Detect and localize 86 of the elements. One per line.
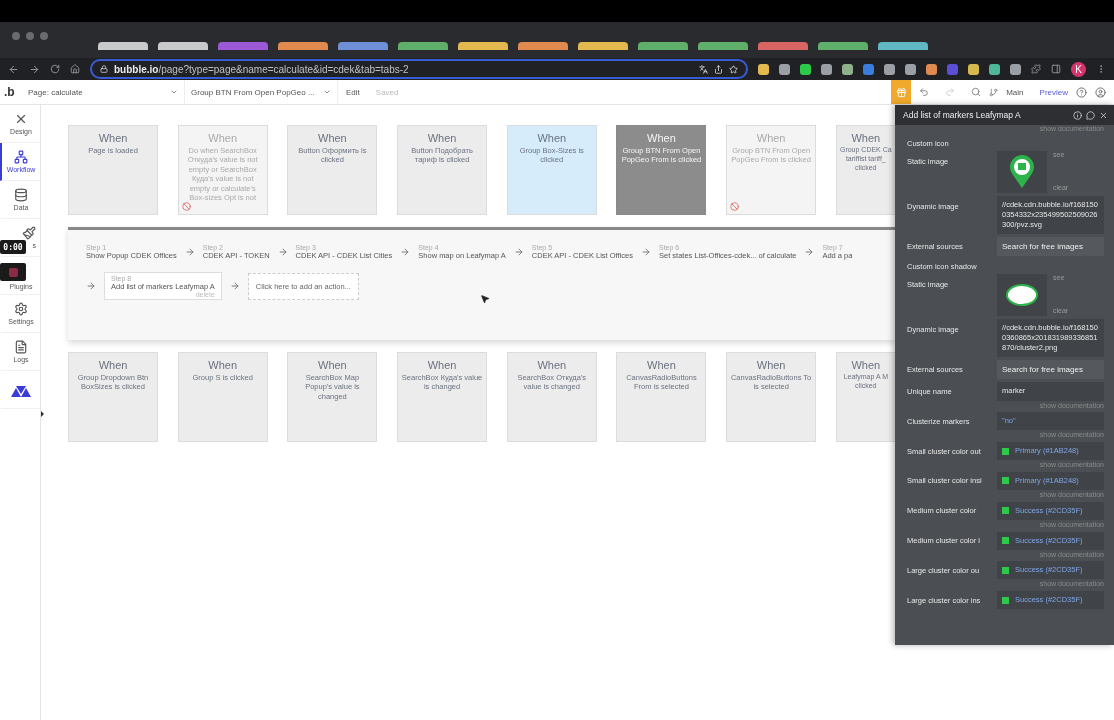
translate-icon[interactable] — [699, 64, 708, 74]
arrow-icon — [641, 247, 651, 257]
element-dropdown[interactable]: Group BTN From Open PopGeo ... — [185, 80, 338, 104]
puzzle-icon[interactable] — [1031, 64, 1041, 74]
gift-icon[interactable] — [891, 80, 912, 104]
arrow-icon — [229, 281, 240, 291]
event-title: When — [208, 132, 238, 144]
event-title: When — [318, 132, 347, 144]
profile-avatar[interactable]: K — [1071, 61, 1086, 77]
extension-icon[interactable] — [758, 63, 769, 75]
ellipse-icon — [1006, 284, 1038, 307]
workflow-icon — [14, 150, 28, 164]
close-icon[interactable] — [1099, 110, 1108, 120]
extension-icon[interactable] — [821, 63, 832, 75]
stop-icon[interactable] — [8, 267, 18, 277]
account-icon[interactable] — [1095, 86, 1106, 98]
expand-handle-icon[interactable] — [41, 411, 44, 417]
extension-icon[interactable] — [779, 63, 790, 75]
app-logo[interactable]: .b — [0, 85, 22, 99]
event-title: When — [98, 359, 128, 371]
mouse-pointer-icon — [480, 294, 490, 304]
extension-icon[interactable] — [842, 63, 853, 75]
extension-icon[interactable] — [905, 63, 916, 75]
event-title: When — [851, 132, 881, 144]
logs-icon — [14, 340, 28, 354]
share-icon[interactable] — [714, 64, 723, 74]
forward-icon[interactable] — [29, 63, 40, 75]
event-title: When — [537, 359, 567, 371]
arrow-icon — [804, 247, 815, 257]
home-icon[interactable] — [70, 64, 80, 74]
event-title: When — [756, 359, 786, 371]
page-dropdown[interactable]: Page: calculate — [22, 80, 185, 104]
event-title: When — [427, 359, 457, 371]
lock-icon — [100, 65, 108, 73]
recorder-toast[interactable] — [0, 263, 26, 281]
arrow-icon — [86, 281, 96, 291]
arrow-icon — [277, 247, 288, 257]
bookmark-star-icon[interactable] — [729, 64, 738, 74]
extension-icon[interactable] — [926, 63, 937, 75]
side-panel-icon[interactable] — [1051, 64, 1061, 74]
map-pin-icon — [1009, 154, 1035, 189]
caret-icon — [170, 88, 178, 96]
extension-icon[interactable] — [1010, 63, 1021, 75]
image-preview[interactable] — [997, 150, 1047, 193]
search-icon[interactable] — [971, 87, 982, 97]
data-icon — [14, 188, 28, 202]
address-bar[interactable]: bubble.io/page?type=page&name=calculate&id=cdek&tab=tabs-2 — [90, 59, 748, 79]
extension-icon[interactable] — [884, 63, 895, 75]
design-icon — [14, 112, 28, 126]
comment-icon[interactable] — [1086, 110, 1095, 120]
event-title: When — [851, 359, 881, 371]
extension-icon[interactable] — [863, 63, 874, 75]
event-title: When — [756, 132, 786, 144]
info-icon[interactable] — [1073, 110, 1082, 120]
search-images-button[interactable]: Search for free images — [997, 360, 1104, 380]
event-title: When — [537, 132, 567, 144]
edit-menu[interactable]: Edit — [338, 87, 368, 97]
styles-icon — [22, 226, 36, 240]
back-icon[interactable] — [8, 63, 19, 75]
arrow-icon — [400, 247, 411, 257]
event-title: When — [208, 359, 238, 371]
event-title: When — [647, 359, 676, 371]
extension-icon[interactable] — [989, 63, 1000, 75]
arrow-icon — [184, 247, 195, 257]
panel-title: Add list of markers Leafymap A — [903, 110, 1022, 120]
extension-icon[interactable] — [968, 63, 979, 75]
event-title: When — [98, 132, 128, 144]
branch-icon — [989, 87, 999, 97]
disabled-icon — [730, 202, 740, 211]
preview-link[interactable]: Preview — [1031, 87, 1076, 97]
event-title: When — [647, 132, 676, 144]
recording-timer-toast: 0:00 — [0, 240, 26, 254]
undo-icon[interactable] — [919, 87, 930, 97]
caret-icon — [323, 88, 331, 96]
branch-selector[interactable]: Main — [998, 87, 1032, 97]
event-title: When — [427, 132, 457, 144]
image-preview[interactable] — [997, 274, 1047, 317]
arrow-icon — [513, 247, 524, 257]
disabled-icon — [181, 202, 191, 212]
save-status: Saved — [374, 87, 400, 97]
settings-icon — [14, 302, 28, 316]
search-images-button[interactable]: Search for free images — [997, 237, 1104, 257]
event-title: When — [318, 359, 347, 371]
extension-icon[interactable] — [800, 63, 811, 75]
help-icon[interactable] — [1076, 86, 1087, 98]
reload-icon[interactable] — [50, 64, 60, 74]
